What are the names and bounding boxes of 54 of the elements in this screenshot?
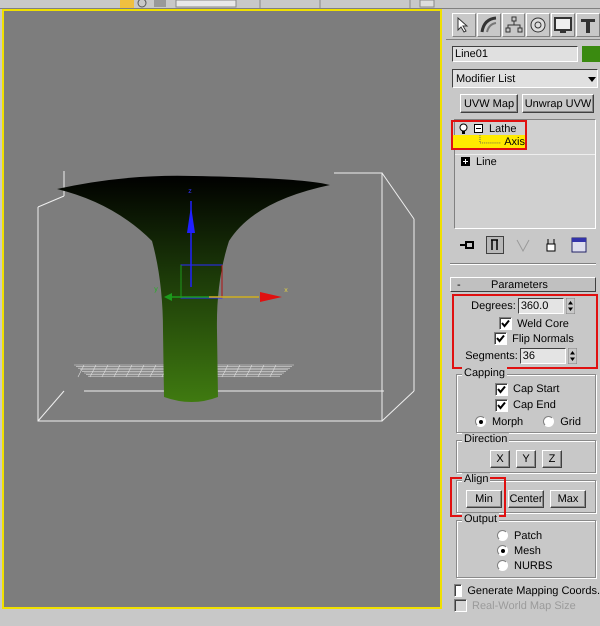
radio-label: Grid xyxy=(560,416,581,428)
group-title: Align xyxy=(462,473,490,486)
radio-button[interactable] xyxy=(475,416,486,427)
direction-button[interactable]: Z xyxy=(542,450,562,468)
stack-item[interactable]: Lathe xyxy=(453,122,525,135)
radio-label: Mesh xyxy=(514,544,541,556)
align-button[interactable]: Center xyxy=(508,490,544,508)
hierarchy-icon[interactable] xyxy=(504,15,524,35)
spinner-arrows-icon[interactable] xyxy=(568,348,577,364)
align-button[interactable]: Max xyxy=(550,490,586,508)
field-label: Segments: xyxy=(465,350,518,362)
radio-button[interactable] xyxy=(497,530,508,541)
checkbox-label: Flip Normals xyxy=(512,332,574,344)
configure-sets-icon[interactable] xyxy=(570,236,588,254)
rollout-header[interactable]: - Parameters xyxy=(450,277,596,292)
checkbox[interactable] xyxy=(495,382,508,396)
radio-button[interactable] xyxy=(497,545,508,556)
modifier-list-dropdown[interactable]: Modifier List xyxy=(452,69,598,88)
stack-item[interactable]: Line xyxy=(455,154,595,168)
checkbox[interactable] xyxy=(499,317,512,330)
spinner-arrows-icon[interactable] xyxy=(566,298,575,314)
object-name-field[interactable]: Line01 xyxy=(452,46,578,62)
align-button[interactable]: Min xyxy=(466,490,502,508)
monitor-icon[interactable] xyxy=(553,15,574,35)
collapse-toggle[interactable]: - xyxy=(457,278,465,290)
stack-sub-item[interactable]: Axis xyxy=(453,135,525,148)
expand-icon[interactable] xyxy=(461,157,470,166)
modifier-button[interactable]: Unwrap UVW xyxy=(522,94,594,113)
checkbox[interactable] xyxy=(494,332,508,345)
group-title: Output xyxy=(462,513,500,526)
radio-button[interactable] xyxy=(497,560,508,571)
lightbulb-icon[interactable] xyxy=(459,122,468,134)
collapse-icon[interactable] xyxy=(474,124,483,133)
group-title: Capping xyxy=(462,367,507,380)
radio-label: Patch xyxy=(514,530,542,542)
checkbox-label: Cap Start xyxy=(513,383,560,395)
object-color-swatch[interactable] xyxy=(582,46,600,62)
checkbox-label: Cap End xyxy=(513,399,556,411)
direction-button[interactable]: X xyxy=(490,450,510,468)
wheel-icon[interactable] xyxy=(528,15,548,35)
spinner-field[interactable]: 360.0 xyxy=(518,298,564,314)
checkbox[interactable] xyxy=(454,584,462,597)
direction-button[interactable]: Y xyxy=(516,450,536,468)
modifier-button[interactable]: UVW Map xyxy=(460,94,518,113)
field-label: Degrees: xyxy=(471,300,516,312)
curve-icon[interactable] xyxy=(478,15,499,35)
spinner-field[interactable]: 36 xyxy=(520,348,566,364)
radio-button[interactable] xyxy=(543,416,554,427)
radio-label: NURBS xyxy=(514,560,553,572)
checkbox-label: Weld Core xyxy=(517,318,569,330)
rollout-title: Parameters xyxy=(491,278,548,290)
radio-label: Morph xyxy=(492,416,524,428)
checkbox-label: Generate Mapping Coords. xyxy=(467,584,600,596)
checkbox[interactable] xyxy=(495,398,508,412)
